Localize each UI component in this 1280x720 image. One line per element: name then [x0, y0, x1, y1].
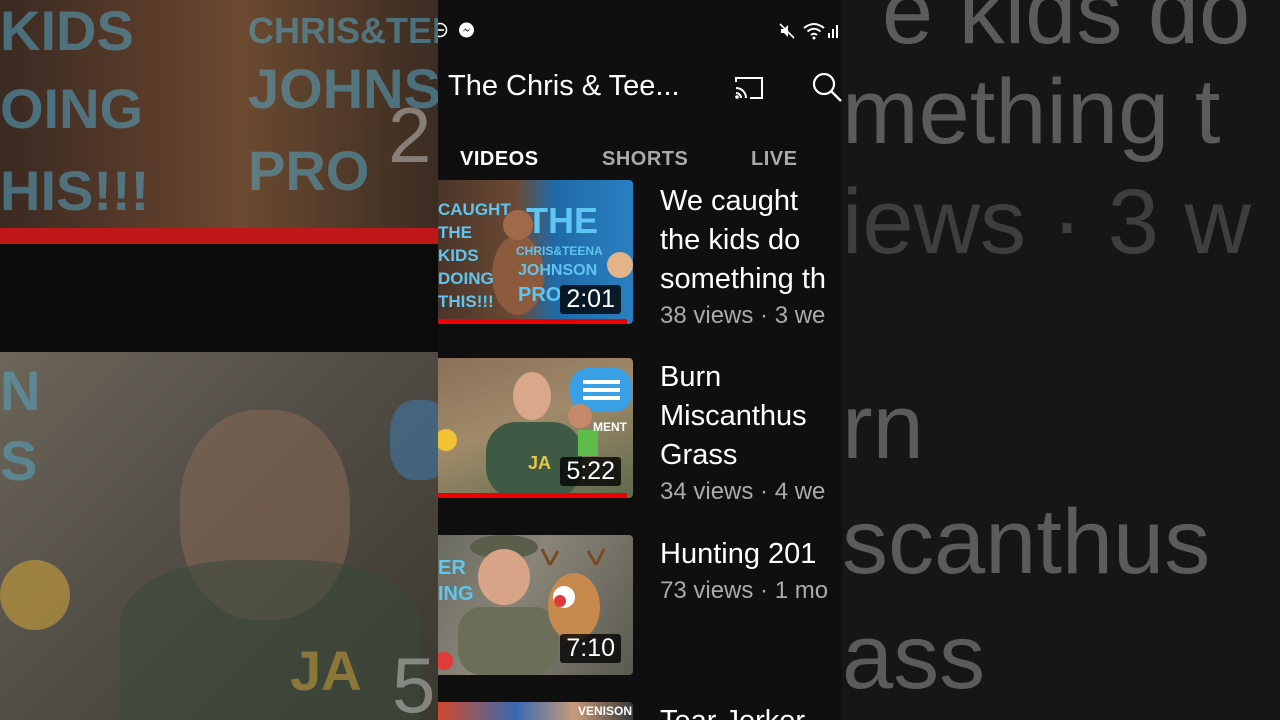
channel-title: The Chris & Tee... — [448, 70, 680, 102]
app-header: The Chris & Tee... — [438, 66, 842, 110]
video-title[interactable]: We caught the kids do something th — [660, 182, 826, 299]
video-title[interactable]: Tear Jerker — [660, 702, 805, 720]
video-item[interactable]: MENT JA 5:22 Burn Miscanthus Grass 34 vi… — [438, 358, 842, 505]
background-progress-bar — [0, 228, 438, 244]
blurred-background-right: e kids do mething t iews · 3 w rn scanth… — [842, 0, 1280, 720]
background-text: PRO — [248, 139, 370, 202]
background-bubble — [390, 400, 438, 480]
thumb-text: JA — [528, 453, 552, 473]
blurred-background-left: KIDS OING HIS!!! CHRIS&TEE JOHNSO PRO 2 … — [0, 0, 438, 720]
video-thumbnail[interactable]: MENT JA 5:22 — [438, 358, 633, 498]
video-duration: 5:22 — [560, 457, 621, 486]
thumbnail-caption: CAUGHT THE KIDS DOING THIS!!! — [438, 198, 511, 313]
background-text: HIS!!! — [0, 159, 150, 222]
thumb-text: ER — [438, 557, 466, 579]
channel-tabs: VIDEOS SHORTS LIVE — [438, 148, 842, 184]
background-text: rn — [842, 376, 924, 478]
background-emoji — [0, 560, 70, 630]
thumb-text: THE — [526, 200, 598, 241]
background-text: JA — [290, 639, 362, 702]
video-thumbnail[interactable]: CAUGHT THE KIDS DOING THIS!!! THE CHRIS&… — [438, 180, 633, 324]
thumb-text: MENT — [593, 420, 627, 434]
wifi-icon — [802, 22, 826, 45]
background-text: e kids do — [882, 0, 1251, 63]
tab-videos[interactable]: VIDEOS — [460, 148, 539, 171]
tab-shorts[interactable]: SHORTS — [602, 148, 688, 171]
thumb-text: KIDS — [438, 246, 479, 265]
background-text: KIDS — [0, 0, 134, 62]
thumb-text: ING — [438, 583, 474, 605]
thumb-text: THIS!!! — [438, 292, 494, 311]
video-duration: 2:01 — [560, 285, 621, 314]
video-item[interactable]: CAUGHT THE KIDS DOING THIS!!! THE CHRIS&… — [438, 180, 842, 330]
video-thumbnail[interactable]: ER ING 7:10 — [438, 535, 633, 675]
cast-icon[interactable] — [732, 74, 766, 102]
background-text: mething t — [842, 61, 1221, 163]
background-text: 2 — [388, 91, 432, 179]
background-text: CHRIS&TEE — [248, 10, 438, 51]
background-text: 5 — [392, 641, 436, 720]
background-text: iews · 3 w — [842, 171, 1251, 273]
video-item[interactable]: ER ING 7:10 Hunting 201 73 views · 1 mo — [438, 535, 842, 680]
signal-icon — [828, 22, 842, 43]
video-title[interactable]: Hunting 201 — [660, 535, 816, 574]
thumbnail-caption: ER ING — [438, 555, 474, 607]
messenger-icon — [458, 22, 475, 44]
video-duration: 7:10 — [560, 634, 621, 663]
mute-icon — [778, 22, 796, 45]
tab-live[interactable]: LIVE — [751, 148, 797, 171]
video-thumbnail[interactable]: VENISON — [438, 702, 633, 720]
background-text: scanthus — [842, 491, 1211, 593]
background-text: ass — [842, 606, 986, 708]
thumb-text: CHRIS&TEENA — [516, 244, 603, 258]
search-icon[interactable] — [810, 70, 842, 104]
background-shirt — [120, 560, 420, 720]
video-item[interactable]: VENISON Tear Jerker — [438, 702, 842, 720]
thumb-text: DOING — [438, 269, 494, 288]
video-title[interactable]: Burn Miscanthus Grass — [660, 358, 807, 475]
phone-screen: The Chris & Tee... VIDEOS SHORTS LIVE CA… — [438, 0, 842, 720]
thumb-text: CAUGHT — [438, 200, 511, 219]
thumb-text: VENISON — [578, 704, 633, 718]
do-not-disturb-icon — [438, 22, 448, 43]
background-gap — [0, 244, 438, 352]
video-meta: 73 views · 1 mo — [660, 577, 829, 604]
video-meta: 38 views · 3 we — [660, 302, 826, 329]
background-text: S — [0, 429, 38, 492]
thumb-text: JOHNSON — [518, 262, 598, 279]
watch-progress-bar — [438, 493, 628, 498]
video-meta: 34 views · 4 we — [660, 478, 826, 505]
status-bar — [438, 18, 842, 46]
background-text: OING — [0, 77, 144, 140]
thumb-text: THE — [438, 223, 472, 242]
thumb-text: PRO — [518, 284, 562, 306]
watch-progress-bar — [438, 319, 628, 324]
background-text: N — [0, 359, 41, 422]
